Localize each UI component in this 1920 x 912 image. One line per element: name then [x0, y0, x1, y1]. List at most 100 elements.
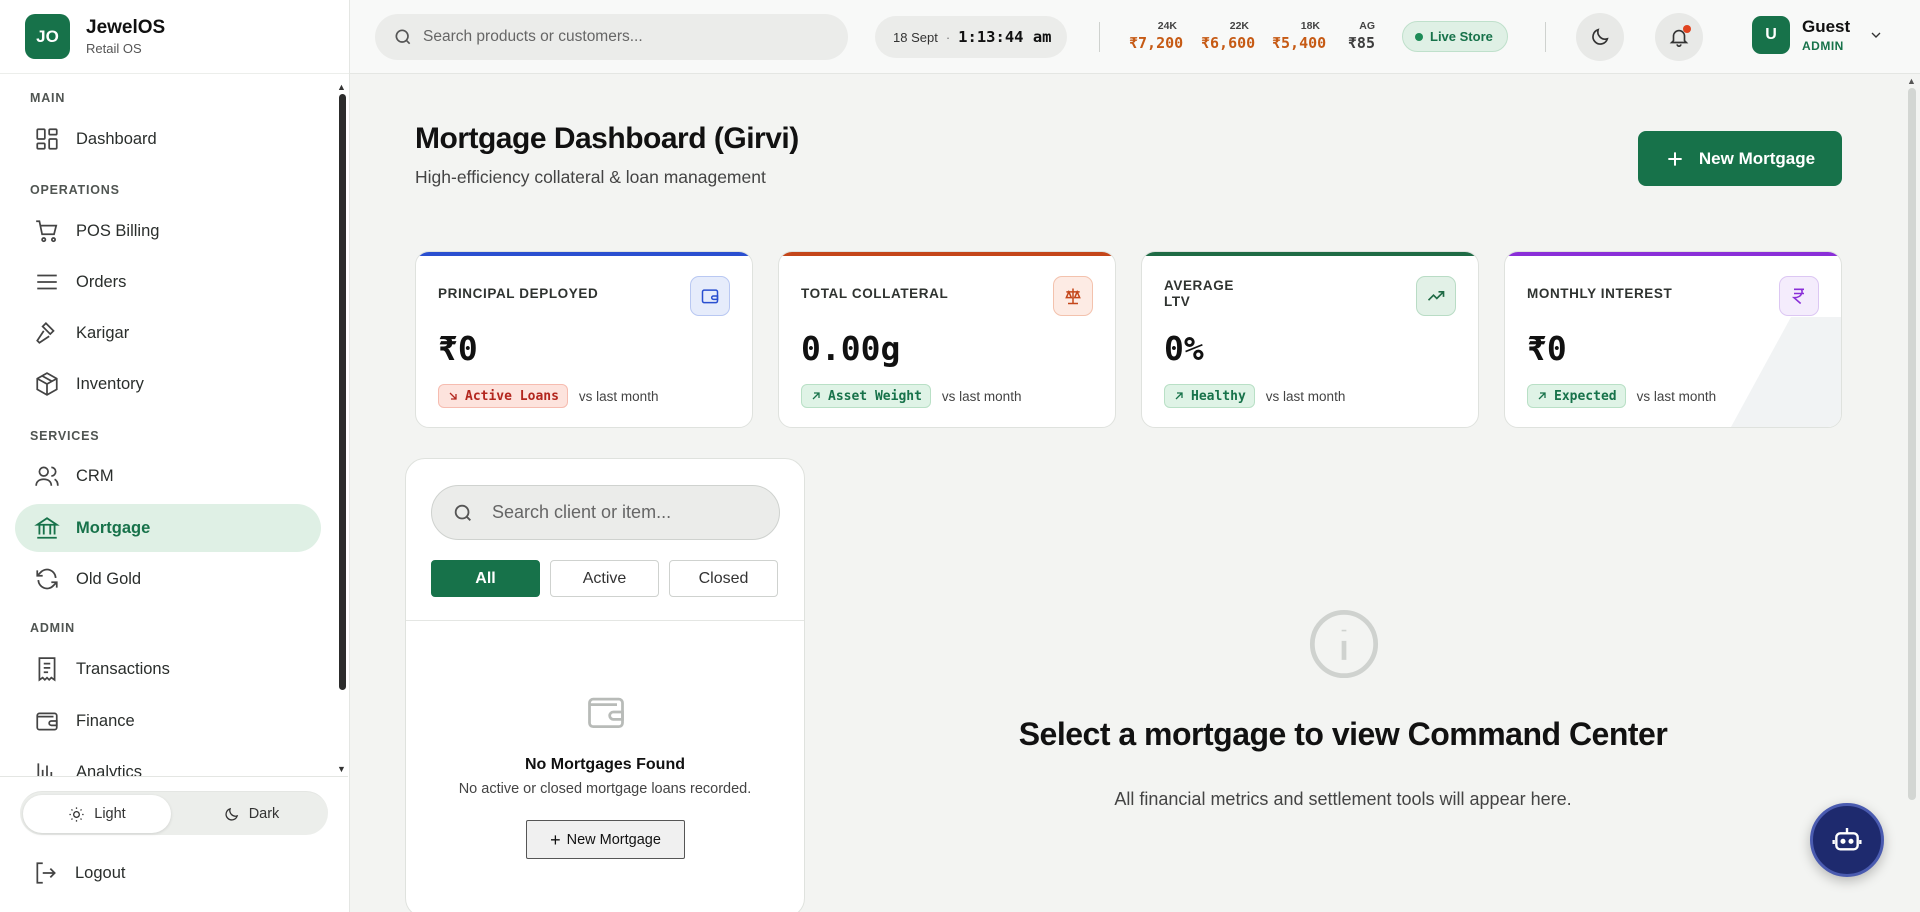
- sidebar-item-label: Transactions: [76, 659, 170, 678]
- divider: [1099, 22, 1100, 52]
- chip-label: Active Loans: [465, 388, 559, 404]
- refresh-icon: [36, 568, 58, 590]
- rate-value: ₹85: [1347, 34, 1375, 52]
- rate-label: 18K: [1300, 20, 1320, 32]
- scale-icon: [1053, 276, 1093, 316]
- live-label: Live Store: [1430, 29, 1493, 44]
- brand-subtitle: Retail OS: [86, 41, 142, 56]
- sidebar-item-old-gold[interactable]: Old Gold: [15, 555, 321, 603]
- sidebar-item-label: Orders: [76, 272, 127, 291]
- card-accent: [416, 252, 752, 256]
- stat-value: ₹0: [1527, 329, 1567, 368]
- topbar: 18 Sept · 1:13:44 am 24K ₹7,200 22K ₹6,6…: [350, 0, 1920, 74]
- search-icon: [454, 504, 471, 521]
- rate-label: 24K: [1157, 20, 1177, 32]
- rupee-icon: [1779, 276, 1819, 316]
- main-scrollbar[interactable]: [1908, 88, 1916, 800]
- rate-22k: 22K ₹6,600: [1201, 20, 1256, 52]
- arrow-up-right-icon: [1538, 392, 1546, 400]
- scroll-down-arrow[interactable]: ▼: [337, 764, 346, 774]
- search-input[interactable]: [423, 28, 823, 46]
- users-icon: [35, 466, 59, 486]
- cart-icon: [36, 220, 58, 243]
- arrow-up-right-icon: [812, 392, 820, 400]
- stat-compare: vs last month: [578, 388, 659, 404]
- sidebar-item-finance[interactable]: Finance: [15, 697, 321, 745]
- rate-value: ₹7,200: [1129, 34, 1184, 52]
- rate-label: 22K: [1229, 20, 1249, 32]
- sidebar-scrollbar[interactable]: [339, 94, 346, 690]
- sidebar-item-pos-billing[interactable]: POS Billing: [15, 207, 321, 255]
- empty-button-label: New Mortgage: [566, 831, 661, 848]
- page-title: Mortgage Dashboard (Girvi): [415, 122, 799, 155]
- stat-label: MONTHLY INTEREST: [1527, 286, 1673, 301]
- sidebar-item-inventory[interactable]: Inventory: [15, 360, 321, 408]
- rate-18k: 18K ₹5,400: [1272, 20, 1327, 52]
- theme-light-button[interactable]: Light: [23, 795, 171, 833]
- chip-label: Expected: [1554, 388, 1617, 404]
- scroll-up-arrow[interactable]: ▲: [337, 82, 346, 92]
- stat-chip: Expected: [1527, 384, 1626, 408]
- logout-button[interactable]: Logout: [33, 860, 125, 886]
- wallet-icon: [36, 712, 58, 731]
- sidebar-item-label: Karigar: [76, 323, 130, 342]
- avatar: U: [1752, 16, 1790, 54]
- main-scroll-up-arrow[interactable]: ▲: [1907, 76, 1916, 86]
- logout-icon: [36, 862, 56, 884]
- arrow-down-right-icon: [449, 392, 457, 400]
- rate-silver: AG ₹85: [1342, 20, 1375, 52]
- client-search[interactable]: [431, 485, 780, 540]
- notifications-button[interactable]: [1655, 13, 1703, 61]
- rate-value: ₹5,400: [1272, 34, 1327, 52]
- box-icon: [36, 372, 58, 396]
- sidebar-nav: MAIN Dashboard OPERATIONS POS Billing Or…: [0, 76, 348, 776]
- list-icon: [37, 274, 57, 290]
- sidebar-item-karigar[interactable]: Karigar: [15, 309, 321, 357]
- stat-card-interest: MONTHLY INTEREST ₹0 Expected vs last mon…: [1504, 251, 1842, 428]
- card-accent: [1505, 252, 1841, 256]
- filter-active[interactable]: Active: [550, 560, 659, 597]
- sidebar-item-label: Old Gold: [76, 569, 142, 588]
- sidebar-item-label: Finance: [76, 711, 135, 730]
- theme-switch-button[interactable]: [1576, 13, 1624, 61]
- live-store-badge: Live Store: [1402, 21, 1508, 52]
- hammer-icon: [36, 322, 55, 344]
- theme-dark-button[interactable]: Dark: [177, 795, 325, 833]
- rate-label: AG: [1359, 20, 1375, 32]
- stat-chip: Active Loans: [438, 384, 568, 408]
- sidebar-item-transactions[interactable]: Transactions: [15, 645, 321, 693]
- brand[interactable]: JO JewelOS Retail OS: [0, 0, 349, 74]
- stat-card-collateral: TOTAL COLLATERAL 0.00g Asset Weight vs l…: [778, 251, 1116, 428]
- stat-compare: vs last month: [1636, 388, 1717, 404]
- divider: [406, 620, 804, 621]
- sidebar-item-dashboard[interactable]: Dashboard: [15, 115, 321, 163]
- search-icon: [395, 29, 411, 45]
- rate-value: ₹6,600: [1201, 34, 1256, 52]
- user-role: ADMIN: [1802, 39, 1844, 53]
- sidebar-item-crm[interactable]: CRM: [15, 452, 321, 500]
- user-menu[interactable]: U Guest ADMIN: [1752, 16, 1884, 54]
- global-search[interactable]: [375, 14, 848, 60]
- page-subtitle: High-efficiency collateral & loan manage…: [415, 167, 766, 187]
- sidebar-item-mortgage[interactable]: Mortgage: [15, 504, 321, 552]
- time: 1:13:44 am: [958, 28, 1052, 46]
- stat-label: AVERAGE LTV: [1164, 278, 1234, 309]
- empty-new-mortgage-button[interactable]: + New Mortgage: [526, 820, 685, 859]
- sidebar-item-orders[interactable]: Orders: [15, 258, 321, 306]
- moon-icon: [225, 807, 238, 821]
- chip-label: Healthy: [1191, 388, 1246, 404]
- assistant-bot-button[interactable]: [1810, 803, 1884, 877]
- new-mortgage-button[interactable]: New Mortgage: [1638, 131, 1842, 186]
- dashboard-icon: [36, 128, 58, 150]
- section-main: MAIN: [30, 91, 66, 105]
- notification-badge: [1683, 25, 1691, 33]
- filter-all[interactable]: All: [431, 560, 540, 597]
- filter-closed[interactable]: Closed: [669, 560, 778, 597]
- trending-up-icon: [1416, 276, 1456, 316]
- rate-24k: 24K ₹7,200: [1129, 20, 1184, 52]
- sidebar-item-analytics[interactable]: Analytics: [15, 748, 321, 776]
- client-search-input[interactable]: [492, 502, 772, 523]
- sidebar-divider: [0, 776, 348, 777]
- chart-icon: [37, 763, 53, 776]
- sidebar-item-label: POS Billing: [76, 221, 160, 240]
